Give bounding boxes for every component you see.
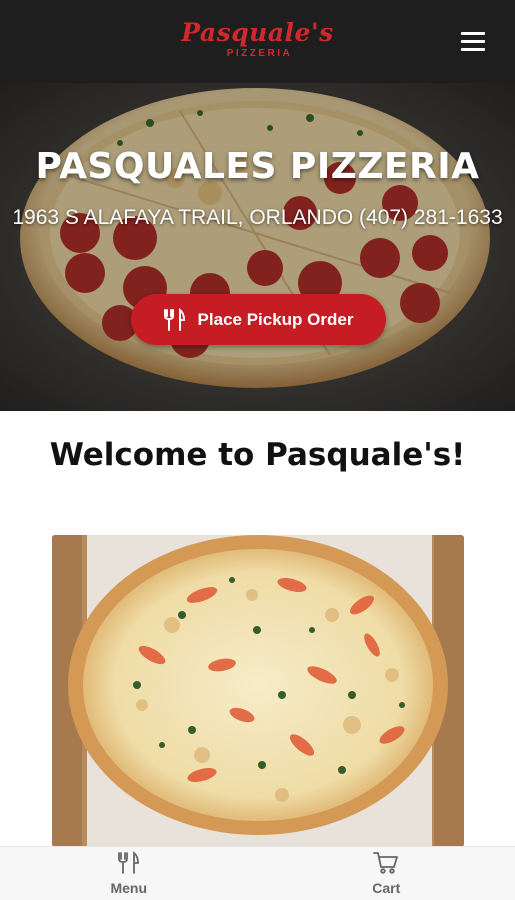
brand-logo[interactable]: Pasquale's PIZZERIA — [0, 18, 515, 60]
nav-menu[interactable]: Menu — [0, 847, 258, 900]
order-button-label: Place Pickup Order — [197, 309, 354, 329]
restaurant-address: 1963 S ALAFAYA TRAIL, ORLANDO (407) 281-… — [12, 206, 503, 229]
hero-banner: PASQUALES PIZZERIA 1963 S ALAFAYA TRAIL,… — [0, 83, 515, 411]
nav-menu-label: Menu — [110, 880, 148, 896]
top-header: Pasquale's PIZZERIA — [0, 0, 515, 83]
hamburger-menu-icon[interactable] — [458, 30, 488, 54]
logo-script-text: Pasquale's — [181, 18, 334, 47]
nav-cart[interactable]: Cart — [258, 847, 515, 900]
cart-icon — [373, 850, 399, 876]
logo-sub-text: PIZZERIA — [226, 48, 293, 59]
place-pickup-order-button[interactable]: Place Pickup Order — [131, 294, 386, 345]
fork-knife-icon — [163, 307, 186, 332]
restaurant-title: PASQUALES PIZZERIA — [35, 146, 480, 187]
nav-cart-label: Cart — [372, 880, 401, 896]
bottom-navigation: Menu Cart — [0, 846, 515, 900]
hero-overlay — [0, 83, 515, 411]
fork-knife-icon — [116, 850, 142, 876]
welcome-heading: Welcome to Pasquale's! — [49, 437, 466, 473]
featured-pizza-image — [52, 535, 464, 847]
